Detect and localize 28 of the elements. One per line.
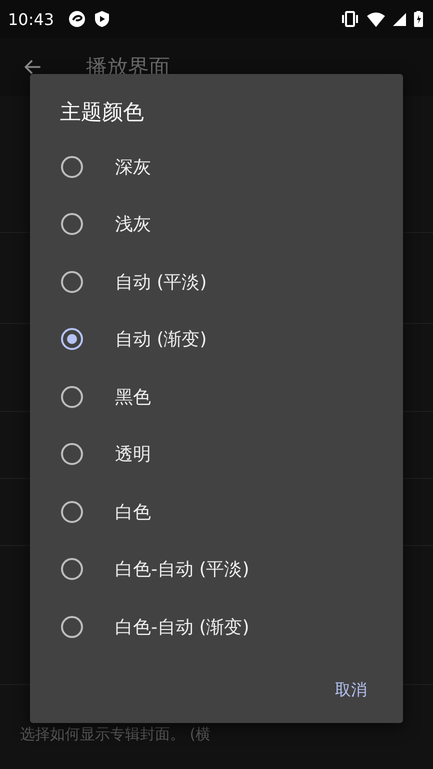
signal-icon xyxy=(393,12,406,26)
theme-option[interactable]: 自动 (渐变) xyxy=(30,310,403,368)
theme-option[interactable]: 深灰 xyxy=(30,138,403,196)
radio-button[interactable] xyxy=(61,328,83,350)
radio-button[interactable] xyxy=(61,386,83,408)
theme-option[interactable]: 白色-自动 (渐变) xyxy=(30,598,403,656)
theme-option[interactable]: 浅灰 xyxy=(30,196,403,253)
cancel-button[interactable]: 取消 xyxy=(323,674,379,706)
theme-option[interactable]: 自动 (平淡) xyxy=(30,253,403,310)
dialog-title: 主题颜色 xyxy=(59,99,145,126)
radio-button[interactable] xyxy=(61,443,83,466)
theme-option[interactable]: 白色-自动 (平淡) xyxy=(30,540,403,598)
shield-icon xyxy=(94,10,110,28)
theme-option[interactable]: 透明 xyxy=(30,426,403,483)
radio-button[interactable] xyxy=(61,500,83,523)
theme-option[interactable]: 黑色 xyxy=(30,368,403,426)
theme-option[interactable]: 白色 xyxy=(30,483,403,540)
radio-button[interactable] xyxy=(61,213,83,236)
radio-button[interactable] xyxy=(61,616,83,638)
wifi-icon xyxy=(367,12,385,26)
battery-icon xyxy=(414,11,423,27)
vibrate-icon xyxy=(341,11,359,27)
setting-summary: 选择如何显示专辑封面。 (横 xyxy=(20,725,212,744)
radio-button[interactable] xyxy=(61,270,83,293)
status-time: 10:43 xyxy=(8,10,54,28)
app-notification-icon xyxy=(68,10,86,28)
radio-button[interactable] xyxy=(61,156,83,178)
radio-button[interactable] xyxy=(61,558,83,580)
